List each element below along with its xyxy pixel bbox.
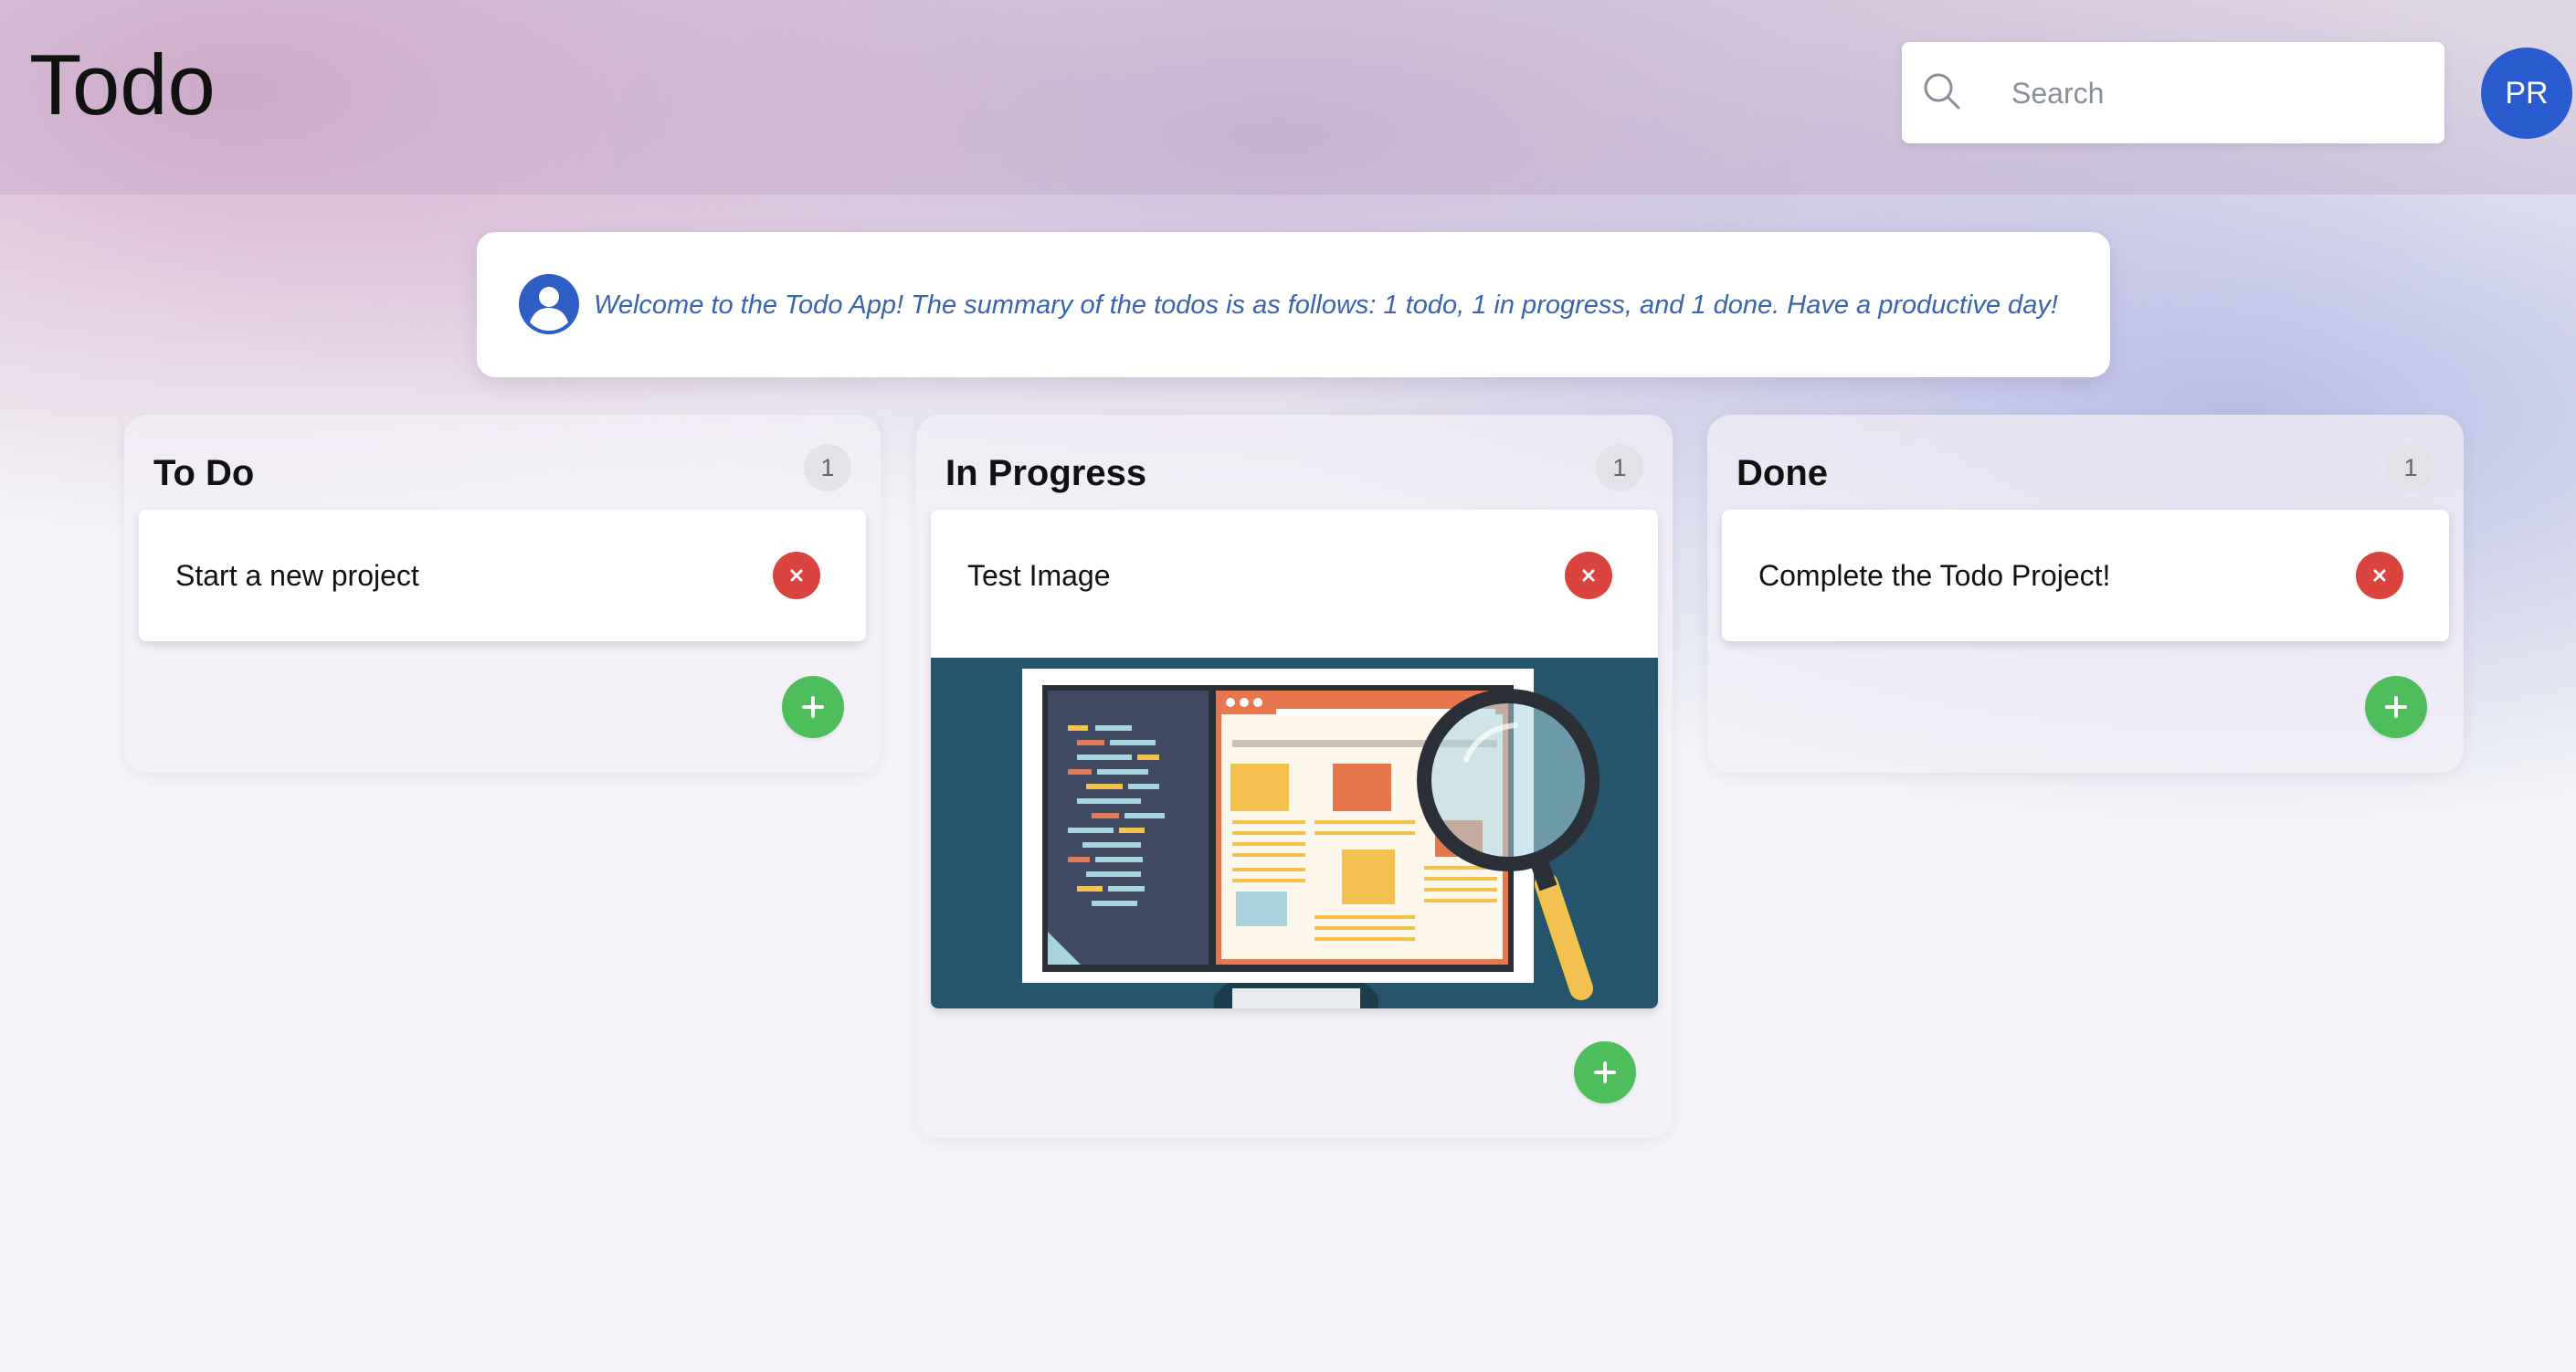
delete-card-button[interactable]	[1565, 552, 1612, 599]
close-icon	[790, 569, 803, 582]
plus-icon	[1594, 1061, 1616, 1083]
todo-card[interactable]: Complete the Todo Project!	[1722, 510, 2449, 641]
search-icon	[1924, 73, 1960, 110]
column-count-badge: 1	[2387, 444, 2434, 491]
todo-card-text: Test Image	[967, 559, 1111, 592]
close-icon	[2373, 569, 2386, 582]
column-in-progress: In Progress 1 Test Image	[916, 415, 1673, 1138]
card-image	[931, 658, 1658, 1008]
column-todo: To Do 1 Start a new project	[124, 415, 881, 773]
column-done: Done 1 Complete the Todo Project!	[1707, 415, 2464, 773]
column-title: Done	[1737, 453, 1828, 493]
delete-card-button[interactable]	[773, 552, 820, 599]
welcome-message: Welcome to the Todo App! The summary of …	[594, 290, 2058, 320]
search-box[interactable]	[1902, 42, 2444, 143]
todo-card-text: Complete the Todo Project!	[1758, 559, 2111, 592]
column-title: To Do	[153, 453, 255, 493]
delete-card-button[interactable]	[2356, 552, 2403, 599]
add-card-button[interactable]	[2365, 676, 2427, 738]
add-card-button[interactable]	[1574, 1041, 1636, 1103]
plus-icon	[802, 696, 824, 718]
plus-icon	[2385, 696, 2407, 718]
todo-card[interactable]: Start a new project	[139, 510, 866, 641]
close-icon	[1582, 569, 1595, 582]
user-circle-icon	[519, 274, 579, 334]
app-header: Todo PR	[0, 0, 2576, 195]
avatar[interactable]: PR	[2481, 47, 2572, 139]
column-count-badge: 1	[804, 444, 851, 491]
column-title: In Progress	[945, 453, 1147, 493]
column-count-badge: 1	[1596, 444, 1643, 491]
welcome-banner: Welcome to the Todo App! The summary of …	[477, 232, 2110, 377]
app-title: Todo	[29, 37, 216, 132]
todo-card[interactable]: Test Image	[931, 510, 1658, 1008]
todo-card-text: Start a new project	[175, 559, 419, 592]
add-card-button[interactable]	[782, 676, 844, 738]
search-input[interactable]	[2010, 62, 2415, 124]
